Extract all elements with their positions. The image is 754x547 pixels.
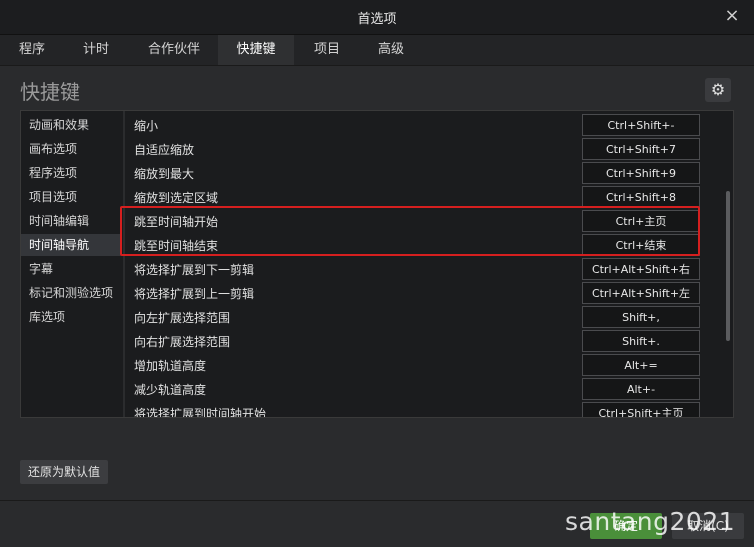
reset-defaults-button[interactable]: 还原为默认值 <box>20 460 108 484</box>
tab-shortcuts[interactable]: 快捷键 <box>218 35 294 65</box>
scrollbar-thumb[interactable] <box>726 191 730 341</box>
shortcut-key-field[interactable]: Ctrl+Alt+Shift+右 <box>582 258 700 280</box>
shortcut-row: 跳至时间轴结束 Ctrl+结束 <box>125 233 721 257</box>
shortcut-row: 将选择扩展到下一剪辑 Ctrl+Alt+Shift+右 <box>125 257 721 281</box>
shortcut-row: 缩小 Ctrl+Shift+- <box>125 113 721 137</box>
window-title: 首选项 <box>357 12 397 27</box>
shortcut-key-field[interactable]: Ctrl+Shift+- <box>582 114 700 136</box>
shortcut-row: 缩放到最大 Ctrl+Shift+9 <box>125 161 721 185</box>
shortcut-key-field[interactable]: Ctrl+Shift+8 <box>582 186 700 208</box>
page-title: 快捷键 <box>20 80 80 104</box>
shortcut-key-field[interactable]: Shift+, <box>582 306 700 328</box>
shortcut-key-field[interactable]: Ctrl+结束 <box>582 234 700 256</box>
footer-divider <box>0 500 754 501</box>
shortcut-command: 向右扩展选择范围 <box>134 335 231 349</box>
shortcut-row: 自适应缩放 Ctrl+Shift+7 <box>125 137 721 161</box>
shortcut-command: 减少轨道高度 <box>134 383 207 397</box>
tab-partners[interactable]: 合作伙伴 <box>136 35 212 65</box>
shortcut-command: 跳至时间轴结束 <box>134 239 219 253</box>
shortcut-list: 缩小 Ctrl+Shift+- 自适应缩放 Ctrl+Shift+7 缩放到最大… <box>125 111 721 417</box>
close-icon[interactable]: × <box>720 4 744 28</box>
shortcut-row: 向左扩展选择范围 Shift+, <box>125 305 721 329</box>
shortcut-command: 将选择扩展到时间轴开始 <box>134 407 267 417</box>
sidebar-item-project[interactable]: 项目选项 <box>21 186 121 208</box>
shortcut-row: 增加轨道高度 Alt+= <box>125 353 721 377</box>
shortcut-command: 缩放到选定区域 <box>134 191 219 205</box>
ok-button[interactable]: 确定 <box>590 513 662 539</box>
shortcut-command: 向左扩展选择范围 <box>134 311 231 325</box>
shortcut-command: 缩小 <box>134 119 159 133</box>
shortcut-command: 缩放到最大 <box>134 167 195 181</box>
shortcut-command: 将选择扩展到下一剪辑 <box>134 263 255 277</box>
shortcut-key-field[interactable]: Alt+= <box>582 354 700 376</box>
tab-bar: 程序 计时 合作伙伴 快捷键 项目 高级 <box>0 35 754 66</box>
tab-advanced[interactable]: 高级 <box>362 35 420 65</box>
tab-program[interactable]: 程序 <box>8 35 56 65</box>
shortcut-row: 将选择扩展到时间轴开始 Ctrl+Shift+主页 <box>125 401 721 417</box>
shortcut-key-field[interactable]: Shift+. <box>582 330 700 352</box>
shortcut-key-field[interactable]: Ctrl+Shift+主页 <box>582 402 700 417</box>
shortcut-command: 增加轨道高度 <box>134 359 207 373</box>
sidebar-item-timeline-edit[interactable]: 时间轴编辑 <box>21 210 121 232</box>
sidebar-item-captions[interactable]: 字幕 <box>21 258 121 280</box>
category-sidebar: 动画和效果 画布选项 程序选项 项目选项 时间轴编辑 时间轴导航 字幕 标记和测… <box>21 111 123 417</box>
shortcut-key-field[interactable]: Alt+- <box>582 378 700 400</box>
sidebar-item-timeline-nav[interactable]: 时间轴导航 <box>21 234 121 256</box>
shortcut-row: 将选择扩展到上一剪辑 Ctrl+Alt+Shift+左 <box>125 281 721 305</box>
shortcut-row: 向右扩展选择范围 Shift+. <box>125 329 721 353</box>
tab-timing[interactable]: 计时 <box>66 35 126 65</box>
shortcut-command: 自适应缩放 <box>134 143 195 157</box>
shortcut-command: 跳至时间轴开始 <box>134 215 219 229</box>
title-bar: 首选项 × <box>0 0 754 35</box>
shortcut-key-field[interactable]: Ctrl+Shift+9 <box>582 162 700 184</box>
shortcut-row: 缩放到选定区域 Ctrl+Shift+8 <box>125 185 721 209</box>
shortcut-key-field[interactable]: Ctrl+Shift+7 <box>582 138 700 160</box>
shortcuts-panel: 动画和效果 画布选项 程序选项 项目选项 时间轴编辑 时间轴导航 字幕 标记和测… <box>20 110 734 418</box>
sidebar-item-canvas[interactable]: 画布选项 <box>21 138 121 160</box>
sidebar-item-animation[interactable]: 动画和效果 <box>21 114 121 136</box>
shortcut-key-field[interactable]: Ctrl+Alt+Shift+左 <box>582 282 700 304</box>
shortcut-command: 将选择扩展到上一剪辑 <box>134 287 255 301</box>
gear-icon[interactable]: ⚙ <box>705 78 731 102</box>
shortcut-list-scrollbar <box>723 111 733 417</box>
cancel-button[interactable]: 取消(C) <box>672 513 744 539</box>
shortcut-row: 跳至时间轴开始 Ctrl+主页 <box>125 209 721 233</box>
sidebar-item-program[interactable]: 程序选项 <box>21 162 121 184</box>
shortcut-row: 减少轨道高度 Alt+- <box>125 377 721 401</box>
shortcut-key-field[interactable]: Ctrl+主页 <box>582 210 700 232</box>
sidebar-item-markers-quiz[interactable]: 标记和测验选项 <box>21 282 121 304</box>
sidebar-item-library[interactable]: 库选项 <box>21 306 121 328</box>
tab-project[interactable]: 项目 <box>300 35 354 65</box>
